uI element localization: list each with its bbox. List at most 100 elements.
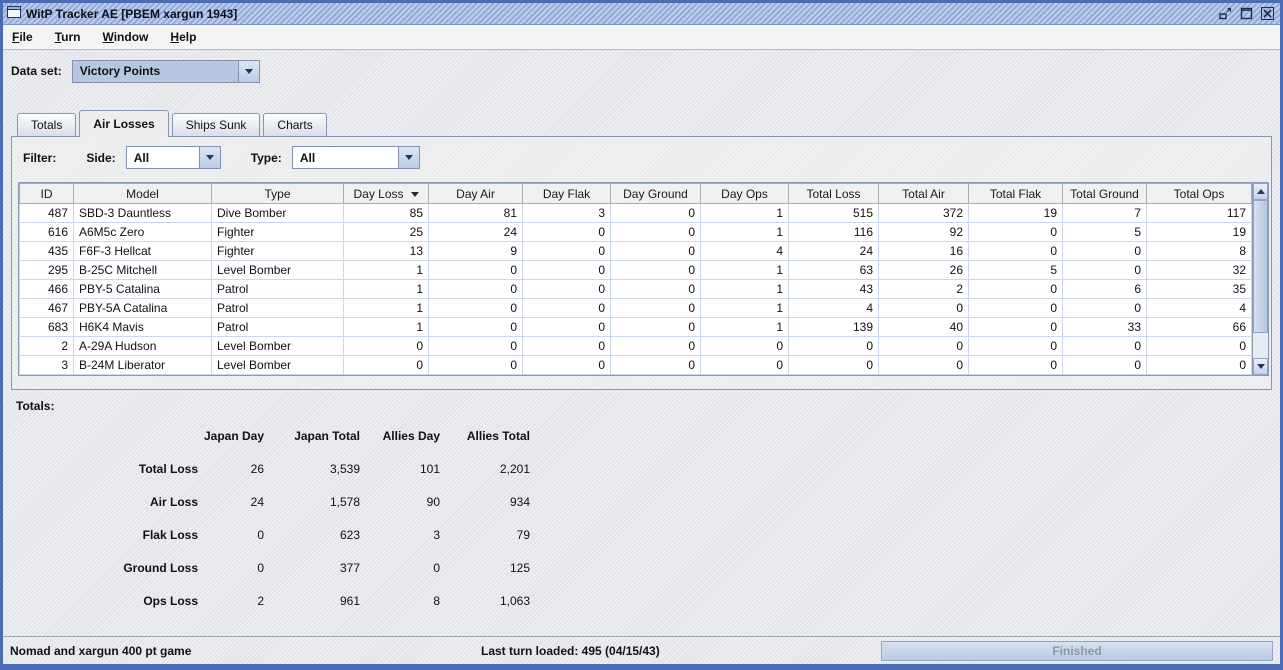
table-cell: 7 [1063, 204, 1147, 223]
minimize-button[interactable] [1216, 6, 1234, 22]
maximize-button[interactable] [1237, 6, 1255, 22]
titlebar[interactable]: WitP Tracker AE [PBEM xargun 1943] [3, 3, 1280, 25]
table-cell: 1 [701, 261, 789, 280]
column-header-day-air[interactable]: Day Air [429, 184, 523, 204]
sort-desc-icon [411, 192, 419, 197]
scroll-down-button[interactable] [1253, 358, 1268, 375]
table-row[interactable]: 487SBD-3 DauntlessDive Bomber85813015153… [20, 204, 1252, 223]
table-cell: 0 [429, 299, 523, 318]
totals-value-ground-loss-japan-day: 0 [198, 558, 264, 578]
side-filter-arrow-button[interactable] [199, 147, 220, 168]
app-window: WitP Tracker AE [PBEM xargun 1943] File T… [0, 0, 1283, 670]
table-row[interactable]: 616A6M5c ZeroFighter2524001116920519 [20, 223, 1252, 242]
column-header-model[interactable]: Model [74, 184, 212, 204]
totals-row-label-ops-loss: Ops Loss [16, 591, 198, 611]
table-cell: 487 [20, 204, 74, 223]
column-header-total-ops[interactable]: Total Ops [1147, 184, 1252, 204]
table-cell: 1 [344, 299, 429, 318]
table-cell: 2 [20, 337, 74, 356]
menu-help[interactable]: Help [170, 30, 196, 44]
finished-button[interactable]: Finished [881, 641, 1273, 661]
table-row[interactable]: 295B-25C MitchellLevel Bomber10001632650… [20, 261, 1252, 280]
table-cell: Level Bomber [212, 356, 344, 375]
column-header-type[interactable]: Type [212, 184, 344, 204]
type-filter-arrow-button[interactable] [398, 147, 419, 168]
table-cell: 0 [1063, 261, 1147, 280]
type-filter-value: All [293, 147, 398, 168]
tab-ships-sunk[interactable]: Ships Sunk [172, 113, 261, 136]
table-cell: 25 [344, 223, 429, 242]
table-cell: Dive Bomber [212, 204, 344, 223]
table-cell: 24 [789, 242, 879, 261]
menu-turn[interactable]: Turn [55, 30, 81, 44]
table-cell: 0 [969, 280, 1063, 299]
table-cell: 0 [879, 337, 969, 356]
menu-file[interactable]: File [12, 30, 33, 44]
arrow-down-icon [1257, 364, 1265, 369]
table-row[interactable]: 3B-24M LiberatorLevel Bomber0000000000 [20, 356, 1252, 375]
table-cell: 3 [523, 204, 611, 223]
table-cell: 0 [969, 223, 1063, 242]
table-row[interactable]: 467PBY-5A CatalinaPatrol1000140004 [20, 299, 1252, 318]
table-cell: 0 [969, 337, 1063, 356]
table-cell: 0 [1147, 356, 1252, 375]
side-filter-combo[interactable]: All [126, 146, 221, 169]
table-cell: 1 [344, 261, 429, 280]
column-header-day-flak[interactable]: Day Flak [523, 184, 611, 204]
menu-window[interactable]: Window [102, 30, 148, 44]
dataset-row: Data set: Victory Points [11, 50, 1272, 92]
table-cell: PBY-5A Catalina [74, 299, 212, 318]
dataset-combo-arrow-button[interactable] [238, 61, 259, 82]
window-icon [7, 6, 21, 21]
totals-value-total-loss-allies-total: 2,201 [440, 459, 530, 479]
column-header-day-ground[interactable]: Day Ground [611, 184, 701, 204]
table-cell: PBY-5 Catalina [74, 280, 212, 299]
dataset-label: Data set: [11, 64, 62, 78]
totals-value-air-loss-japan-day: 24 [198, 492, 264, 512]
table-cell: 1 [701, 280, 789, 299]
table-cell: 1 [701, 318, 789, 337]
column-header-total-loss[interactable]: Total Loss [789, 184, 879, 204]
totals-grid: Japan DayJapan TotalAllies DayAllies Tot… [16, 426, 1267, 611]
table-cell: 0 [969, 356, 1063, 375]
table-cell: 3 [20, 356, 74, 375]
table-row[interactable]: 466PBY-5 CatalinaPatrol100014320635 [20, 280, 1252, 299]
table-cell: 0 [611, 299, 701, 318]
dataset-combo[interactable]: Victory Points [72, 60, 260, 83]
column-header-total-air[interactable]: Total Air [879, 184, 969, 204]
vertical-scrollbar[interactable] [1252, 183, 1268, 375]
table-cell: 0 [523, 337, 611, 356]
close-button[interactable] [1258, 6, 1276, 22]
table-cell: 0 [1147, 337, 1252, 356]
table-cell: 92 [879, 223, 969, 242]
table-row[interactable]: 683H6K4 MavisPatrol100011394003366 [20, 318, 1252, 337]
table-cell: 0 [789, 356, 879, 375]
column-header-day-ops[interactable]: Day Ops [701, 184, 789, 204]
tab-totals[interactable]: Totals [17, 113, 76, 136]
scrollbar-track[interactable] [1253, 200, 1268, 358]
table-cell: 0 [523, 318, 611, 337]
type-filter-combo[interactable]: All [292, 146, 420, 169]
table-cell: 0 [523, 223, 611, 242]
column-header-total-flak[interactable]: Total Flak [969, 184, 1063, 204]
last-turn-loaded: Last turn loaded: 495 (04/15/43) [481, 644, 660, 658]
side-filter-value: All [127, 147, 199, 168]
scrollbar-thumb[interactable] [1253, 200, 1268, 333]
table-cell: Level Bomber [212, 261, 344, 280]
table-cell: 683 [20, 318, 74, 337]
table-row[interactable]: 435F6F-3 HellcatFighter1390042416008 [20, 242, 1252, 261]
column-header-total-ground[interactable]: Total Ground [1063, 184, 1147, 204]
table-cell: 66 [1147, 318, 1252, 337]
table-cell: 0 [611, 261, 701, 280]
column-header-id[interactable]: ID [20, 184, 74, 204]
totals-value-flak-loss-japan-total: 623 [264, 525, 360, 545]
table-cell: 116 [789, 223, 879, 242]
table-cell: 1 [701, 204, 789, 223]
table-row[interactable]: 2A-29A HudsonLevel Bomber0000000000 [20, 337, 1252, 356]
table-cell: 0 [523, 356, 611, 375]
column-header-day-loss[interactable]: Day Loss [344, 184, 429, 204]
tab-charts[interactable]: Charts [263, 113, 326, 136]
tab-air-losses[interactable]: Air Losses [79, 110, 168, 137]
chevron-down-icon [245, 69, 253, 74]
scroll-up-button[interactable] [1253, 183, 1268, 200]
